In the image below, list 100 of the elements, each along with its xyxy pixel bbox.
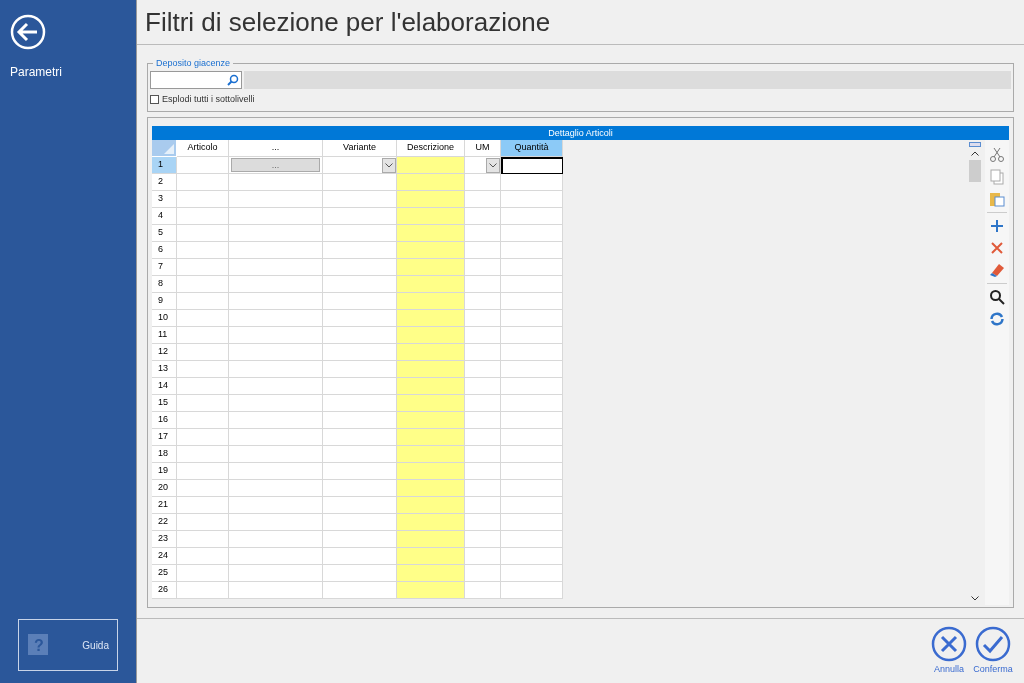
row-number[interactable]: 8 <box>152 276 177 293</box>
search-field[interactable] <box>150 70 242 89</box>
table-cell <box>465 497 501 514</box>
row-number[interactable]: 20 <box>152 480 177 497</box>
table-cell <box>177 565 229 582</box>
help-button[interactable]: ? Guida <box>18 619 118 671</box>
row-number[interactable]: 19 <box>152 463 177 480</box>
table-cell <box>501 276 563 293</box>
table-cell <box>177 174 229 191</box>
row-number[interactable]: 17 <box>152 429 177 446</box>
scrollbar-thumb[interactable] <box>969 160 981 182</box>
table-cell <box>465 310 501 327</box>
column-header[interactable]: Variante <box>323 140 397 157</box>
table-cell <box>177 378 229 395</box>
row-number[interactable]: 1 <box>152 157 177 174</box>
row-number[interactable]: 23 <box>152 531 177 548</box>
table-cell <box>501 565 563 582</box>
table-cell <box>501 242 563 259</box>
column-header[interactable]: Articolo <box>177 140 229 157</box>
ellipsis-button[interactable]: ... <box>231 158 320 172</box>
row-number[interactable]: 15 <box>152 395 177 412</box>
row-number[interactable]: 7 <box>152 259 177 276</box>
table-cell <box>397 259 465 276</box>
table-cell <box>397 412 465 429</box>
table-cell <box>177 582 229 599</box>
input-field[interactable] <box>501 157 563 174</box>
table-cell <box>465 463 501 480</box>
row-number[interactable]: 18 <box>152 446 177 463</box>
table-cell <box>177 276 229 293</box>
table-cell <box>465 480 501 497</box>
close-icon[interactable] <box>989 240 1005 256</box>
table-cell <box>397 225 465 242</box>
table-cell <box>177 225 229 242</box>
column-header[interactable]: ... <box>229 140 323 157</box>
row-number[interactable]: 11 <box>152 327 177 344</box>
row-number[interactable]: 14 <box>152 378 177 395</box>
refresh-icon[interactable] <box>989 311 1005 327</box>
dropdown-field[interactable] <box>465 157 501 174</box>
table-cell <box>397 548 465 565</box>
table-cell <box>501 429 563 446</box>
table-cell <box>501 446 563 463</box>
table-cell <box>465 276 501 293</box>
table-cell <box>397 429 465 446</box>
group-legend: Deposito giacenze <box>153 57 234 71</box>
table-cell <box>177 208 229 225</box>
table-cell <box>397 480 465 497</box>
table-cell <box>177 463 229 480</box>
table-cell <box>501 361 563 378</box>
table-cell <box>177 531 229 548</box>
table-cell <box>397 327 465 344</box>
table-cell <box>397 293 465 310</box>
table-cell <box>465 412 501 429</box>
table-cell <box>177 344 229 361</box>
row-number[interactable]: 6 <box>152 242 177 259</box>
row-number[interactable]: 21 <box>152 497 177 514</box>
table-cell <box>501 191 563 208</box>
add-icon[interactable] <box>989 218 1005 234</box>
checkbox[interactable] <box>150 94 159 104</box>
scroll-down-icon[interactable] <box>971 596 979 601</box>
cut-icon[interactable] <box>989 147 1005 163</box>
row-number[interactable]: 16 <box>152 412 177 429</box>
scroll-up-icon[interactable] <box>971 151 979 156</box>
column-header[interactable]: UM <box>465 140 501 157</box>
row-number[interactable]: 13 <box>152 361 177 378</box>
table-cell <box>465 582 501 599</box>
row-number[interactable]: 25 <box>152 565 177 582</box>
column-header[interactable]: Quantità <box>501 140 563 157</box>
table-cell <box>501 225 563 242</box>
table-cell <box>465 225 501 242</box>
row-number[interactable]: 3 <box>152 191 177 208</box>
row-number[interactable]: 2 <box>152 174 177 191</box>
table-cell <box>465 361 501 378</box>
question-book-icon: ? <box>27 634 49 656</box>
row-number[interactable]: 24 <box>152 548 177 565</box>
paste-icon[interactable] <box>989 191 1005 207</box>
table-cell <box>397 361 465 378</box>
column-header[interactable]: Descrizione <box>397 140 465 157</box>
row-number[interactable]: 9 <box>152 293 177 310</box>
eraser-icon[interactable] <box>989 262 1005 278</box>
table-cell <box>177 259 229 276</box>
row-number[interactable]: 4 <box>152 208 177 225</box>
table-cell <box>397 378 465 395</box>
row-number[interactable]: 10 <box>152 310 177 327</box>
copy-icon[interactable] <box>989 169 1005 185</box>
table-cell <box>397 497 465 514</box>
dropdown-field[interactable] <box>323 157 397 174</box>
table-cell <box>465 548 501 565</box>
table-cell <box>397 463 465 480</box>
table-cell <box>397 242 465 259</box>
table-cell <box>397 446 465 463</box>
search-icon[interactable] <box>989 289 1005 305</box>
table-cell <box>177 480 229 497</box>
row-number[interactable]: 22 <box>152 514 177 531</box>
page-title: Filtri di selezione per l'elaborazione <box>145 5 551 39</box>
row-number[interactable]: 26 <box>152 582 177 599</box>
corner-triangle-icon <box>164 144 174 154</box>
row-number[interactable]: 5 <box>152 225 177 242</box>
table-cell <box>465 242 501 259</box>
row-number[interactable]: 12 <box>152 344 177 361</box>
table-cell <box>501 514 563 531</box>
